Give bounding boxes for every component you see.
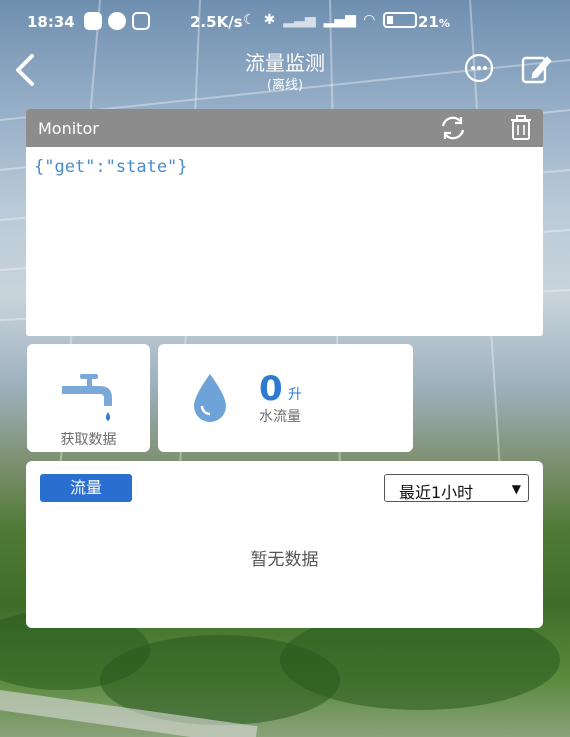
time-range-select[interactable]: 最近1小时 ▼: [384, 474, 529, 502]
monitor-title: Monitor: [38, 119, 99, 138]
water-flow-card: 0 升 水流量: [158, 344, 413, 452]
water-flow-value: 0: [259, 369, 283, 409]
flow-chart-card: 流量 最近1小时 ▼ 暂无数据: [26, 461, 543, 628]
water-drop-icon: [194, 374, 226, 422]
trash-icon[interactable]: [509, 115, 533, 141]
app-notification-icon: [84, 12, 102, 30]
battery-percent: 21%: [418, 13, 450, 31]
monitor-log-text: {"get":"state"}: [34, 157, 188, 177]
water-flow-label: 水流量: [259, 409, 301, 425]
status-bar: 18:34 2.5K/s ☾ ✱ ▂▃▅ ▂▄▆ ◠ 21%: [0, 0, 570, 44]
tab-flow[interactable]: 流量: [40, 474, 132, 502]
signal-icon: ▂▃▅: [283, 12, 316, 28]
fetch-data-label: 获取数据: [60, 432, 117, 448]
notification-icons: [84, 12, 150, 30]
app-logo-icon: [132, 12, 150, 30]
battery-icon: [382, 12, 417, 28]
status-time: 18:34: [27, 13, 75, 31]
time-range-value: 最近1小时: [399, 483, 474, 502]
signal-hd-icon: ▂▄▆: [323, 12, 356, 28]
navigation-bar: 流量监测 (离线): [0, 44, 570, 98]
water-tap-icon: [62, 374, 112, 421]
system-icons: ☾ ✱ ▂▃▅ ▂▄▆ ◠: [243, 12, 417, 28]
refresh-icon[interactable]: [439, 115, 467, 141]
monitor-panel: Monitor {"get":"state"}: [26, 109, 543, 336]
wifi-icon: ◠: [363, 12, 375, 28]
bluetooth-icon: ✱: [263, 12, 276, 28]
more-options-icon[interactable]: [464, 53, 494, 83]
edit-icon[interactable]: [519, 52, 553, 86]
tiktok-icon: [108, 12, 126, 30]
moon-icon: ☾: [243, 12, 256, 28]
empty-state-text: 暂无数据: [250, 550, 319, 570]
water-flow-unit: 升: [288, 387, 302, 403]
fetch-data-button[interactable]: 获取数据: [27, 344, 150, 452]
monitor-header: Monitor: [26, 109, 543, 147]
dropdown-arrow-icon: ▼: [511, 482, 521, 496]
network-speed: 2.5K/s: [190, 13, 243, 31]
